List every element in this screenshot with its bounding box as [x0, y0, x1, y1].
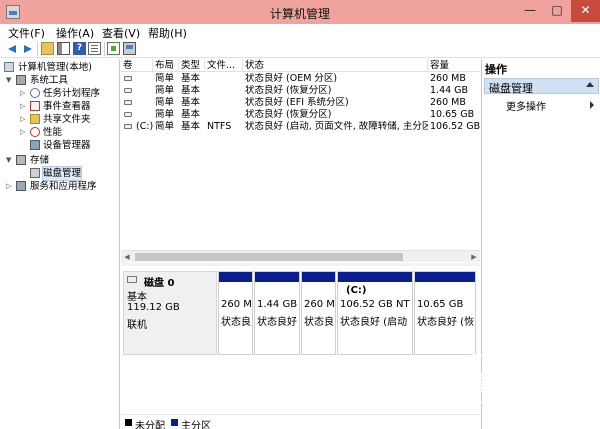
disk-settings-icon[interactable] — [123, 42, 136, 55]
properties-icon[interactable] — [88, 42, 101, 55]
expand-arrow-icon[interactable]: ▷ — [20, 100, 28, 113]
column-header-filesystem[interactable]: 文件... — [205, 59, 243, 72]
partition-legend: 未分配 主分区 — [121, 414, 480, 429]
shared-folder-icon — [30, 114, 40, 124]
show-hide-tree-icon[interactable] — [57, 42, 70, 55]
partition-c-drive[interactable]: (C:) 106.52 GB NT 状态良好 (启动 — [337, 271, 413, 355]
disk-icon — [127, 276, 137, 283]
volume-icon — [124, 88, 132, 93]
horizontal-scrollbar[interactable]: ◀ ▶ — [121, 250, 480, 262]
menu-action[interactable]: 操作(A) — [56, 25, 94, 41]
collapse-caret-icon[interactable] — [586, 82, 594, 87]
forward-arrow-icon[interactable] — [21, 42, 34, 55]
partition-strip: 260 M 状态良 1.44 GB 状态良好 260 M 状态良 (C:) 10… — [218, 271, 476, 355]
expand-arrow-icon[interactable]: ▷ — [6, 180, 14, 193]
close-button[interactable]: ✕ — [571, 0, 600, 22]
primary-partition-bar — [415, 272, 475, 282]
toolbar: ? — [0, 40, 600, 58]
disk-0-info[interactable]: 磁盘 0 基本 119.12 GB 联机 — [123, 271, 217, 355]
expand-arrow-icon[interactable]: ▼ — [6, 74, 14, 87]
performance-icon — [30, 127, 40, 137]
disk-management-pane: 卷 布局 类型 文件... 状态 容量 简单 基本 状态良好 (OEM 分区) … — [121, 59, 480, 429]
table-row[interactable]: 简单 基本 状态良好 (OEM 分区) 260 MB — [121, 73, 480, 85]
clock-icon — [30, 88, 40, 98]
help-icon[interactable]: ? — [73, 42, 86, 55]
expand-arrow-icon[interactable]: ▷ — [20, 113, 28, 126]
disk-type: 基本 — [127, 292, 147, 303]
volume-icon — [124, 76, 132, 81]
services-icon — [16, 181, 26, 191]
primary-partition-bar — [338, 272, 412, 282]
table-row[interactable]: 简单 基本 状态良好 (EFI 系统分区) 260 MB — [121, 97, 480, 109]
disk-size: 119.12 GB — [127, 302, 180, 313]
tools-icon — [16, 75, 26, 85]
scrollbar-thumb[interactable] — [135, 253, 403, 261]
column-header-volume[interactable]: 卷 — [121, 59, 153, 72]
actions-title: 操作 — [485, 63, 507, 76]
toolbar-separator — [37, 42, 38, 56]
disk-icon — [30, 168, 40, 178]
more-actions-item[interactable]: 更多操作 — [506, 98, 546, 113]
partition-recovery-2[interactable]: 10.65 GB 状态良好 (恢 — [414, 271, 476, 355]
pane-splitter[interactable] — [121, 263, 480, 266]
primary-partition-swatch — [171, 419, 178, 426]
column-header-layout[interactable]: 布局 — [153, 59, 179, 72]
volume-list-header: 卷 布局 类型 文件... 状态 容量 — [121, 59, 480, 72]
up-folder-icon[interactable] — [41, 42, 54, 55]
volume-list: 卷 布局 类型 文件... 状态 容量 简单 基本 状态良好 (OEM 分区) … — [121, 59, 480, 262]
menu-help[interactable]: 帮助(H) — [148, 25, 187, 41]
window-title: 计算机管理 — [269, 7, 330, 21]
expand-arrow-icon[interactable]: ▷ — [20, 87, 28, 100]
export-list-icon[interactable] — [107, 42, 120, 55]
disk-state: 联机 — [127, 320, 147, 331]
legend-unallocated: 未分配 — [135, 421, 165, 429]
actions-section-disk-management[interactable]: 磁盘管理 — [484, 78, 599, 95]
legend-primary-partition: 主分区 — [181, 421, 211, 429]
table-row[interactable]: 简单 基本 状态良好 (恢复分区) 1.44 GB — [121, 85, 480, 97]
expand-arrow-icon[interactable]: ▷ — [20, 126, 28, 139]
table-row[interactable]: (C:) 简单 基本 NTFS 状态良好 (启动, 页面文件, 故障转储, 主分… — [121, 121, 480, 133]
column-header-type[interactable]: 类型 — [179, 59, 205, 72]
submenu-arrow-icon[interactable] — [590, 101, 594, 109]
disk-graphical-view: 磁盘 0 基本 119.12 GB 联机 260 M 状态良 1.44 GB 状… — [121, 267, 480, 387]
actions-pane: 操作 磁盘管理 更多操作 — [481, 59, 600, 429]
computer-icon — [4, 62, 14, 72]
scroll-right-arrow-icon[interactable]: ▶ — [468, 251, 480, 263]
partition-oem[interactable]: 260 M 状态良 — [218, 271, 253, 355]
partition-recovery-1[interactable]: 1.44 GB 状态良好 — [254, 271, 300, 355]
menu-bar: 文件(F) 操作(A) 查看(V) 帮助(H) — [0, 24, 600, 40]
volume-icon — [124, 112, 132, 117]
back-arrow-icon[interactable] — [6, 42, 19, 55]
primary-partition-bar — [255, 272, 299, 282]
toolbar-separator — [104, 42, 105, 56]
disk-name: 磁盘 0 — [144, 278, 175, 289]
unallocated-swatch — [125, 419, 132, 426]
volume-icon — [124, 124, 132, 129]
window-frame: 文件(F) 操作(A) 查看(V) 帮助(H) ? 计算机管理(本地) ▼ 系统… — [0, 24, 600, 429]
navigation-tree: 计算机管理(本地) ▼ 系统工具 ▷ 任务计划程序 ▷ 事件查看器 ▷ 共享文件… — [0, 59, 120, 429]
table-row[interactable]: 简单 基本 状态良好 (恢复分区) 10.65 GB — [121, 109, 480, 121]
partition-efi[interactable]: 260 M 状态良 — [301, 271, 336, 355]
event-viewer-icon — [30, 101, 40, 111]
primary-partition-bar — [219, 272, 252, 282]
scroll-left-arrow-icon[interactable]: ◀ — [121, 251, 133, 263]
maximize-button[interactable]: □ — [544, 0, 570, 22]
menu-file[interactable]: 文件(F) — [8, 25, 45, 41]
expand-arrow-icon[interactable]: ▼ — [6, 154, 14, 167]
menu-view[interactable]: 查看(V) — [102, 25, 140, 41]
minimize-button[interactable]: — — [517, 0, 543, 22]
storage-icon — [16, 155, 26, 165]
primary-partition-bar — [302, 272, 335, 282]
device-manager-icon — [30, 140, 40, 150]
column-header-status[interactable]: 状态 — [243, 59, 428, 72]
volume-icon — [124, 100, 132, 105]
title-bar: 计算机管理 — □ ✕ — [0, 0, 600, 24]
column-header-capacity[interactable]: 容量 — [428, 59, 480, 72]
